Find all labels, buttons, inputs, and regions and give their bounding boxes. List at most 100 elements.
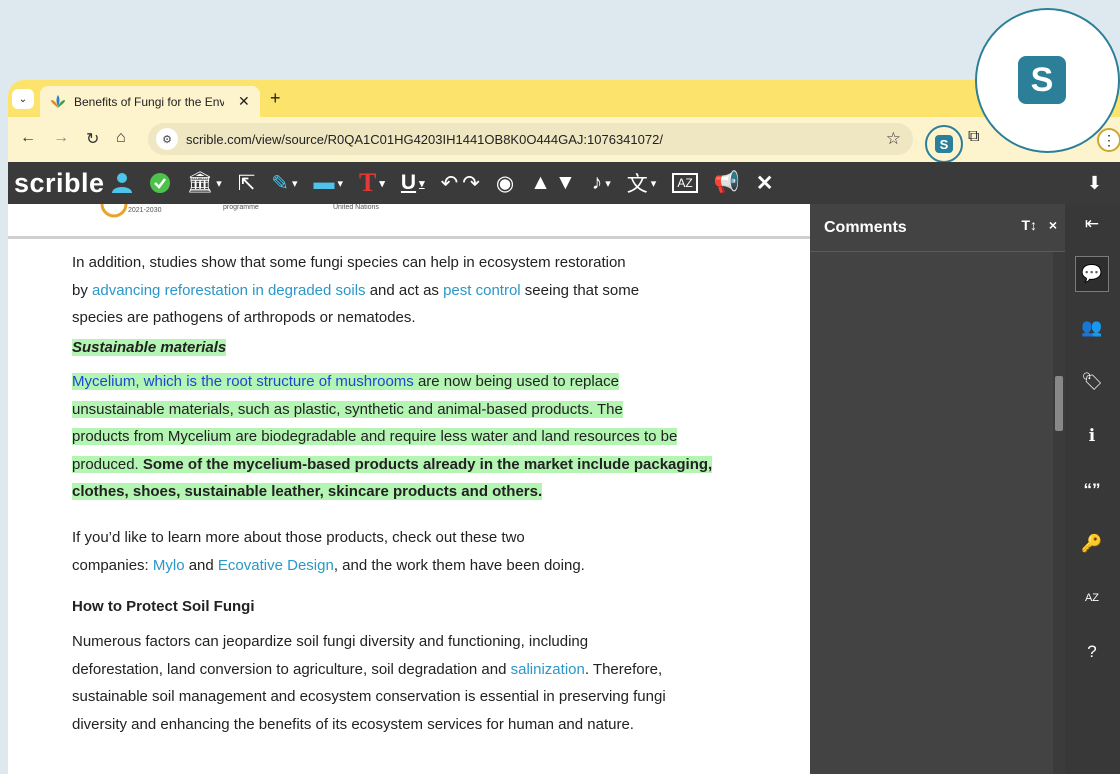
address-bar-row: ← → ↻ ⌂ ⚙ scrible.com/view/source/R0QA1C… xyxy=(8,117,1120,163)
text-line: seeing that some xyxy=(520,281,640,299)
users-icon[interactable]: 👥 xyxy=(1075,310,1109,346)
comments-scrollbar[interactable] xyxy=(1053,252,1065,774)
text-line: companies: xyxy=(72,556,153,574)
highlighted-link-mycelium[interactable]: Mycelium, which is the root structure of… xyxy=(72,373,414,390)
scrible-sidebar: ⇤ 💬 👥 🏷 ℹ “” 🔑 AZ ? xyxy=(1065,204,1120,774)
close-toolbar-icon[interactable]: ✕ xyxy=(756,171,774,196)
download-icon[interactable]: ⬇ xyxy=(1087,173,1102,194)
redo-icon[interactable]: ↷ xyxy=(462,171,480,196)
home-icon[interactable]: ⌂ xyxy=(116,129,126,147)
link-salinization[interactable]: salinization xyxy=(511,661,585,678)
favicon-icon xyxy=(51,94,65,108)
highlighted-text[interactable]: products from Mycelium are biodegradable… xyxy=(72,428,678,445)
text-line: Numerous factors can jeopardize soil fun… xyxy=(72,633,589,650)
bookmark-star-icon[interactable]: ☆ xyxy=(886,129,901,149)
paragraph-protect: Numerous factors can jeopardize soil fun… xyxy=(72,628,752,738)
megaphone-icon[interactable]: 📢 xyxy=(714,171,740,195)
link-reforestation[interactable]: advancing reforestation in degraded soil… xyxy=(92,282,366,299)
text-line: species are pathogens of arthropods or n… xyxy=(72,309,416,326)
site-info-icon[interactable]: ⚙ xyxy=(156,128,178,150)
info-icon[interactable]: ℹ xyxy=(1075,418,1109,454)
highlighted-text[interactable]: produced. xyxy=(72,456,143,473)
highlighted-text[interactable]: are now being used to replace xyxy=(414,373,619,390)
highlighted-bold-text[interactable]: clothes, shoes, sustainable leather, ski… xyxy=(72,483,542,500)
text-line: If you’d like to learn more about those … xyxy=(72,529,525,546)
text-line: and act as xyxy=(365,281,444,299)
listen-icon[interactable]: ♪ ▾ xyxy=(592,171,611,195)
library-icon[interactable]: 🏛 ▾ xyxy=(187,171,222,195)
heading-sustainable-materials: Sustainable materials xyxy=(72,334,752,362)
extensions-puzzle-icon[interactable]: ⧉ xyxy=(968,128,979,146)
highlighter-icon[interactable]: ✎ ▾ xyxy=(271,171,297,196)
new-tab-button[interactable]: + xyxy=(270,88,281,109)
user-icon[interactable] xyxy=(111,172,133,194)
omnibox[interactable]: ⚙ scrible.com/view/source/R0QA1C01HG4203… xyxy=(148,123,913,155)
highlighted-text[interactable]: unsustainable materials, such as plastic… xyxy=(72,400,623,418)
text-line: and xyxy=(184,556,218,574)
link-pest-control[interactable]: pest control xyxy=(443,282,521,299)
help-icon[interactable]: ? xyxy=(1075,634,1109,670)
highlighted-heading[interactable]: Sustainable materials xyxy=(72,339,227,356)
reload-icon[interactable]: ↻ xyxy=(86,129,99,149)
link-mylo[interactable]: Mylo xyxy=(153,557,185,574)
comment-icon[interactable]: ▬ ▾ xyxy=(314,171,344,195)
url-text: scrible.com/view/source/R0QA1C01HG4203IH… xyxy=(186,131,663,147)
text-line: In addition, studies show that some fung… xyxy=(72,254,626,271)
down-icon[interactable]: ▼ xyxy=(555,171,576,195)
browser-menu-icon[interactable]: ⋮ xyxy=(1097,128,1120,152)
glossary-sidebar-icon[interactable]: AZ xyxy=(1075,580,1109,616)
scrible-extension-button[interactable]: S xyxy=(925,125,963,163)
link-ecovative[interactable]: Ecovative Design xyxy=(218,557,334,574)
tab-strip: ⌄ Benefits of Fungi for the Environ ✕ + xyxy=(8,80,1120,117)
highlighted-bold-text[interactable]: Some of the mycelium-based products alre… xyxy=(143,456,712,473)
logo-caption-un: United Nations xyxy=(333,204,379,211)
text-line: by xyxy=(72,281,93,299)
paragraph-restoration: In addition, studies show that some fung… xyxy=(72,249,752,332)
undo-icon[interactable]: ↶ xyxy=(441,171,459,196)
heading-protect-soil-fungi: How to Protect Soil Fungi xyxy=(72,598,255,615)
text-line: sustainable soil management and ecosyste… xyxy=(72,688,666,705)
underline-icon[interactable]: U ▾ xyxy=(401,171,425,195)
forward-icon[interactable]: → xyxy=(53,129,69,147)
scrible-s-icon: S xyxy=(935,135,953,153)
up-icon[interactable]: ▲ xyxy=(530,171,551,195)
paragraph-companies: If you’d like to learn more about those … xyxy=(72,524,752,579)
magnified-extension-callout: S xyxy=(975,8,1120,153)
partner-logos-strip: 2021-2030 programme United Nations xyxy=(8,204,810,239)
article-content: 2021-2030 programme United Nations In ad… xyxy=(8,204,810,774)
check-circle-icon[interactable] xyxy=(149,172,171,194)
browser-window: ⌄ Benefits of Fungi for the Environ ✕ + … xyxy=(8,80,1120,774)
text-line: deforestation, land conversion to agricu… xyxy=(72,660,511,678)
glossary-icon[interactable]: AZ xyxy=(672,173,698,193)
text-line: diversity and enhancing the benefits of … xyxy=(72,715,634,733)
comments-close-icon[interactable]: × xyxy=(1049,217,1057,233)
collapse-icon[interactable]: ⇤ xyxy=(1075,206,1109,242)
logo-caption-programme: programme xyxy=(223,204,259,211)
share-icon[interactable]: ⇱ xyxy=(238,171,256,196)
text-color-icon[interactable]: T ▾ xyxy=(359,168,385,198)
scrible-logo: scrible xyxy=(14,167,105,198)
tags-icon[interactable]: 🏷 xyxy=(1075,364,1109,400)
key-icon[interactable]: 🔑 xyxy=(1075,526,1109,562)
text-line: , and the work them have been doing. xyxy=(333,556,585,574)
eye-icon[interactable]: ◉ xyxy=(496,171,514,196)
paragraph-mycelium: Mycelium, which is the root structure of… xyxy=(72,368,752,506)
tab-title: Benefits of Fungi for the Environ xyxy=(74,94,224,109)
comments-panel: Comments T↕ × xyxy=(810,204,1065,774)
comments-header: Comments T↕ × xyxy=(810,204,1065,252)
quote-icon[interactable]: “” xyxy=(1075,472,1109,508)
logo-caption-decade: 2021-2030 xyxy=(128,207,162,214)
tab-close-icon[interactable]: ✕ xyxy=(238,93,250,110)
scrible-s-large-icon: S xyxy=(1018,56,1066,104)
un-decade-logo xyxy=(100,204,128,218)
scrollbar-thumb[interactable] xyxy=(1055,376,1063,431)
comments-title: Comments xyxy=(824,218,907,236)
tab-search-button[interactable]: ⌄ xyxy=(12,89,34,109)
active-tab[interactable]: Benefits of Fungi for the Environ ✕ xyxy=(40,86,260,117)
comments-icon[interactable]: 💬 xyxy=(1075,256,1109,292)
translate-icon[interactable]: 文 ▾ xyxy=(627,168,657,198)
text-size-icon[interactable]: T↕ xyxy=(1021,217,1037,233)
back-icon[interactable]: ← xyxy=(20,129,36,147)
scrible-toolbar: scrible 🏛 ▾ ⇱ ✎ ▾ ▬ ▾ T ▾ U ▾ ↶ ↷ ◉ ▲ ▼ ♪ ▾ 文 ▾… xyxy=(8,162,1120,204)
text-line: . Therefore, xyxy=(584,660,663,678)
